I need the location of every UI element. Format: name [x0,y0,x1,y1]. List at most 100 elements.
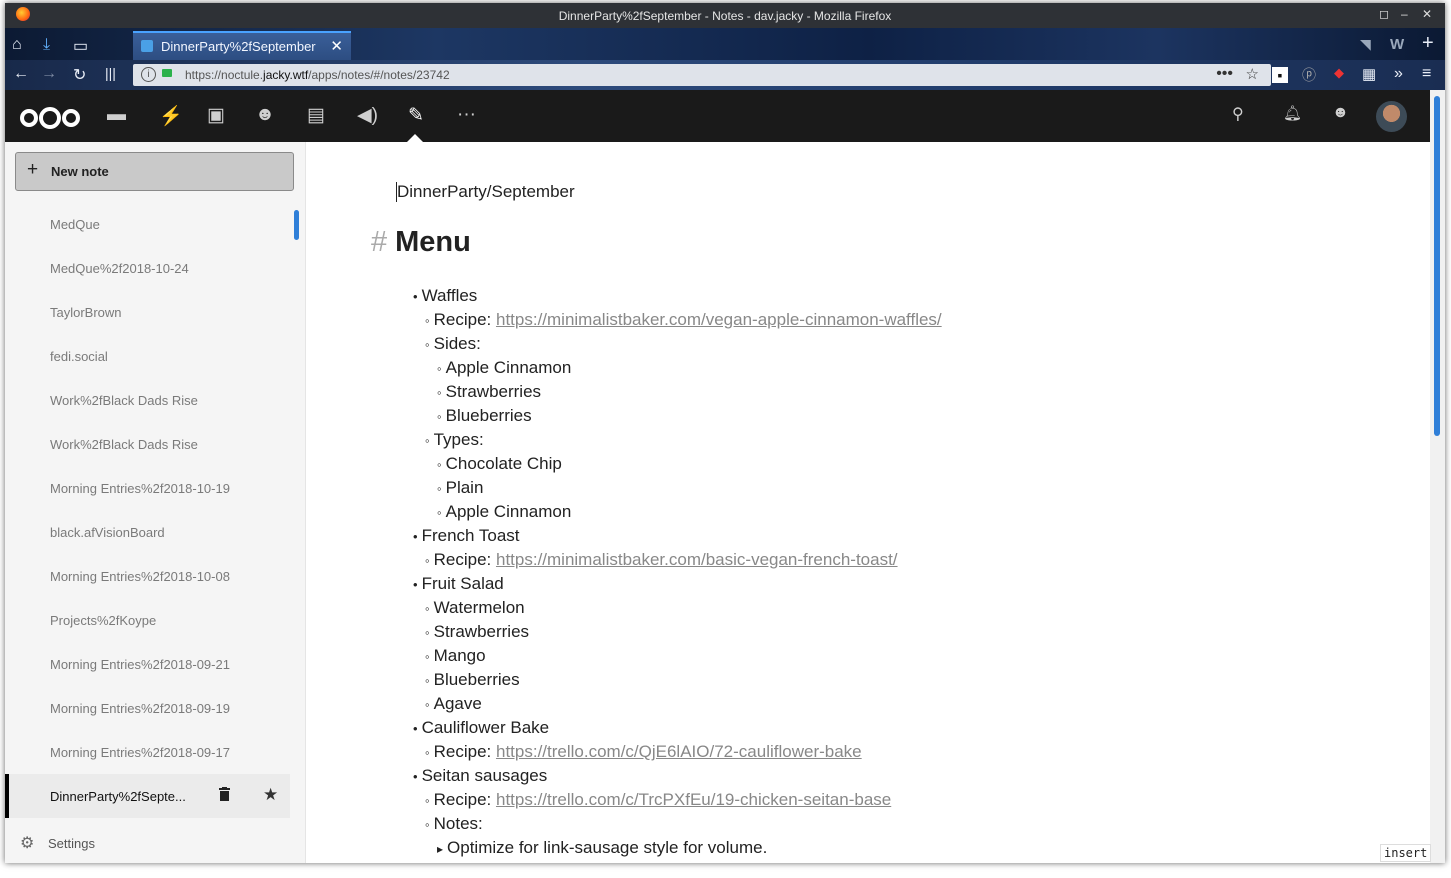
recipe-link[interactable]: https://minimalistbaker.com/basic-vegan-… [496,550,898,569]
bullet-marker: ◦ [425,553,430,568]
list-item[interactable]: Morning Entries%2f2018-09-21 [5,642,290,686]
note-title[interactable]: DinnerParty/September [396,182,575,202]
info-icon[interactable]: i [141,67,156,82]
list-item[interactable]: MedQue%2f2018-10-24 [5,246,290,290]
list-item[interactable]: Morning Entries%2f2018-10-19 [5,466,290,510]
extension-icon[interactable]: ▪ [1272,67,1288,83]
note-item-label: black.afVisionBoard [50,525,165,540]
bullet-marker: ◦ [425,433,430,448]
recipe-link[interactable]: https://trello.com/c/QjE6lAIO/72-caulifl… [496,742,862,761]
lock-icon [162,69,172,77]
wallabag-icon[interactable]: W [1390,36,1404,53]
nextcloud-header: ▬ ⚡ ▣ ☻ ▤ ◀) ✎ ··· ⚲ 🔔︎ ☻ [5,90,1430,142]
favorite-star-icon[interactable]: ★ [263,785,278,805]
files-icon[interactable]: ▬ [107,104,126,126]
activity-icon[interactable]: ⚡ [159,104,183,128]
line-text: Cauliflower Bake [421,718,550,737]
notifications-icon[interactable]: 🔔︎ [1283,104,1302,122]
ublock-icon[interactable]: ◆ [1334,65,1344,81]
notes-favicon-icon [141,40,153,52]
calendar-icon[interactable]: ▤ [307,104,325,127]
list-item[interactable]: Work%2fBlack Dads Rise [5,422,290,466]
downloads-icon[interactable]: ⤓ [43,36,50,54]
list-item: ◦ Notes: [425,814,483,834]
line-text: Chocolate Chip [445,454,562,473]
list-item[interactable]: fedi.social [5,334,290,378]
library-icon[interactable]: ||| [105,65,116,81]
list-item[interactable]: Morning Entries%2f2018-09-17 [5,730,290,774]
more-apps-icon[interactable]: ··· [457,104,476,126]
line-text: Waffles [421,286,478,305]
notes-app-icon[interactable]: ✎ [408,104,424,127]
gear-icon: ⚙ [20,835,35,852]
minimize-icon[interactable]: – [1401,7,1408,21]
list-item[interactable]: MedQue [5,202,290,246]
laptop-icon[interactable]: ▭ [73,36,88,56]
list-item: ◦ Blueberries [437,406,532,426]
contacts-menu-icon[interactable]: ☻ [1332,104,1349,122]
search-icon[interactable]: ⚲ [1232,104,1244,124]
list-item[interactable]: TaylorBrown [5,290,290,334]
title-bar: DinnerParty%2fSeptember - Notes - dav.ja… [5,3,1445,28]
sidebar-scrollbar[interactable] [294,210,299,240]
reload-icon[interactable]: ↻ [73,65,86,85]
maximize-icon[interactable]: ◻ [1379,7,1389,21]
line-text: Strawberries [445,382,542,401]
audio-icon[interactable]: ◀) [357,104,378,127]
recipe-link[interactable]: https://trello.com/c/TrcPXfEu/19-chicken… [496,790,891,809]
line-text: Types: [433,430,484,449]
list-item[interactable]: Projects%2fKoype [5,598,290,642]
back-icon[interactable]: ← [13,65,29,83]
line-text: French Toast [421,526,520,545]
page-actions-icon[interactable]: ••• [1216,65,1233,83]
list-item: ◦ Plain [437,478,483,498]
line-text: Seitan sausages [421,766,548,785]
gallery-icon[interactable]: ▣ [207,104,225,127]
bullet-marker: • [413,721,418,736]
page-scrollbar[interactable] [1430,90,1445,863]
forward-icon[interactable]: → [41,65,57,83]
bullet-marker: ◦ [437,505,442,520]
list-item[interactable]: Morning Entries%2f2018-09-19 [5,686,290,730]
list-item: ▸ Optimize for link-sausage style for vol… [437,838,767,858]
overflow-icon[interactable]: » [1394,65,1403,83]
note-editor[interactable]: DinnerParty/September # Menu • Waffles ◦ Rec… [306,142,1432,863]
line-text: Watermelon [433,598,525,617]
bullet-marker: • [413,289,418,304]
tab-notes[interactable]: DinnerParty%2fSeptember ✕ [133,31,351,62]
home-icon[interactable]: ⌂ [12,36,22,54]
list-item[interactable]: DinnerParty%2fSepte... ★ [5,774,290,818]
rss-icon[interactable]: ◥ [1360,36,1371,53]
menu-icon[interactable]: ≡ [1422,65,1431,83]
new-note-button[interactable]: + New note [15,152,294,191]
url-path: /apps/notes/#/notes/23742 [308,68,450,82]
apps-grid-icon[interactable]: ▦ [1362,65,1376,83]
editor-mode-indicator: insert [1380,844,1432,862]
new-tab-icon[interactable]: + [1422,32,1434,55]
list-item: ◦ Recipe: https://trello.com/c/TrcPXfEu/1… [425,790,891,810]
note-item-label: fedi.social [50,349,108,364]
list-item: ◦ Strawberries [437,382,541,402]
note-item-label: Morning Entries%2f2018-09-19 [50,701,230,716]
list-item: ◦ Mango [425,646,486,666]
line-text: Notes: [433,814,483,833]
list-item: ◦ Recipe: https://minimalistbaker.com/veg… [425,310,942,330]
list-item[interactable]: black.afVisionBoard [5,510,290,554]
settings-button[interactable]: ⚙ Settings [5,823,305,863]
list-item[interactable]: Morning Entries%2f2018-10-08 [5,554,290,598]
close-window-icon[interactable]: ✕ [1422,7,1432,21]
list-item: ◦ Blueberries [425,670,520,690]
contacts-icon[interactable]: ☻ [255,104,275,126]
bookmark-star-icon[interactable]: ☆ [1246,65,1259,83]
list-item: • Cauliflower Bake [413,718,549,738]
close-tab-icon[interactable]: ✕ [330,37,343,55]
avatar[interactable] [1376,101,1407,132]
url-bar[interactable]: i https://noctule.jacky.wtf/apps/notes/#… [133,64,1271,86]
trash-icon[interactable] [219,787,230,801]
recipe-link[interactable]: https://minimalistbaker.com/vegan-apple-… [496,310,942,329]
pocket-icon[interactable]: ⓟ [1302,65,1316,85]
nextcloud-logo[interactable] [18,107,82,129]
list-item[interactable]: Work%2fBlack Dads Rise [5,378,290,422]
heading-mark: # [371,226,388,258]
note-item-label: Work%2fBlack Dads Rise [50,393,198,408]
